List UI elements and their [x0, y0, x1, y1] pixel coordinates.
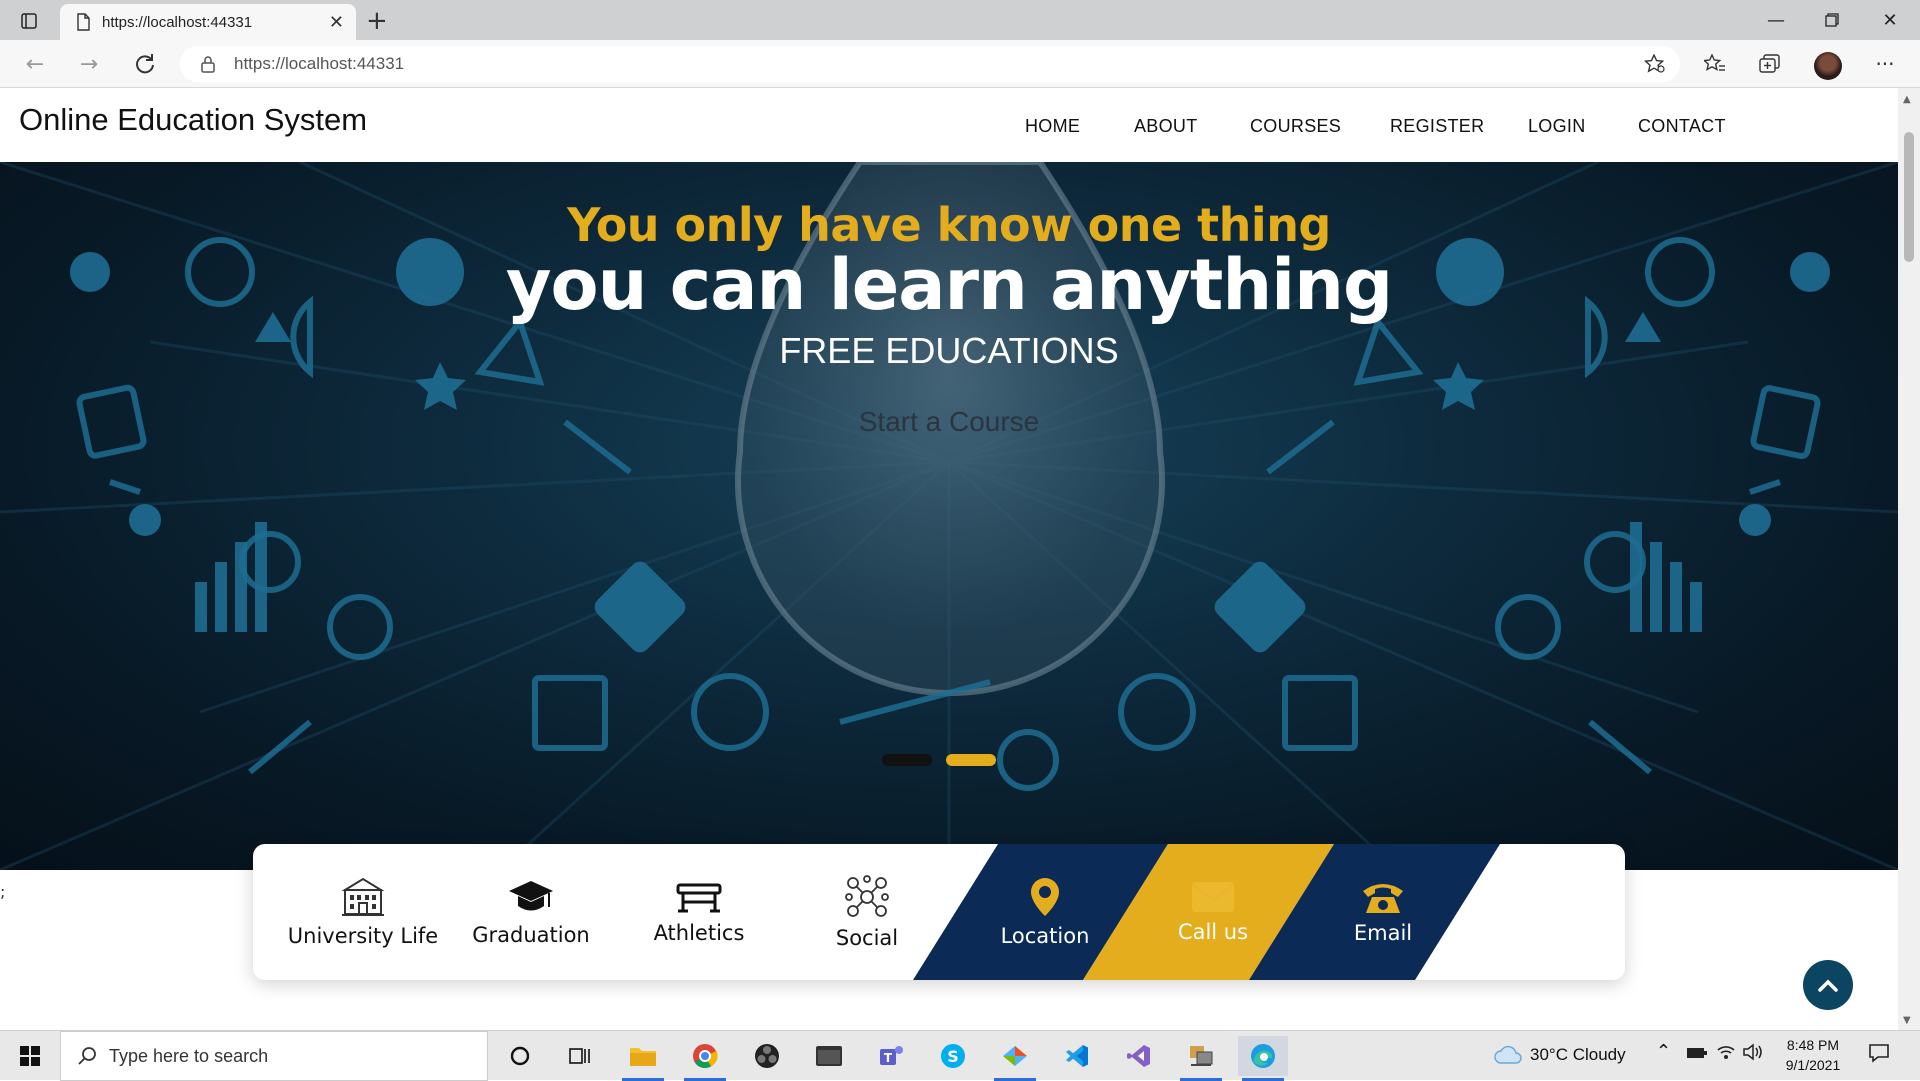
favorites-icon[interactable]: [1700, 50, 1730, 78]
restore-icon[interactable]: [1804, 0, 1860, 40]
cloud-icon: [1494, 1045, 1522, 1064]
terminal-app-icon[interactable]: [804, 1036, 854, 1076]
site-header: Online Education System HOME ABOUT COURS…: [0, 88, 1898, 162]
new-tab-icon[interactable]: +: [366, 6, 388, 36]
site-brand[interactable]: Online Education System: [19, 102, 367, 138]
clock-time: 8:48 PM: [1786, 1037, 1840, 1053]
scroll-thumb[interactable]: [1904, 132, 1914, 262]
nav-register[interactable]: REGISTER: [1390, 116, 1484, 137]
weather-text: 30°C Cloudy: [1530, 1045, 1626, 1064]
svg-text:T: T: [884, 1051, 893, 1065]
refresh-icon[interactable]: [130, 50, 160, 78]
browser-tab[interactable]: https://localhost:44331 ✕: [60, 4, 356, 40]
svg-text:S: S: [947, 1047, 959, 1066]
nav-home[interactable]: HOME: [1025, 116, 1080, 137]
hero-subheadline: FREE EDUCATIONS: [779, 330, 1119, 371]
feature-label: Graduation: [472, 923, 590, 947]
nav-courses[interactable]: COURSES: [1250, 116, 1341, 137]
feature-label: Call us: [1177, 920, 1249, 944]
notifications-icon[interactable]: [1868, 1043, 1890, 1068]
gymnastics-bench-icon: [676, 883, 722, 913]
clock-date: 9/1/2021: [1785, 1057, 1841, 1073]
feature-graduation[interactable]: Graduation: [447, 844, 615, 980]
lock-icon: [201, 56, 215, 73]
paint-app-icon[interactable]: [990, 1036, 1040, 1081]
page-scrollbar[interactable]: ▲ ▼: [1898, 88, 1920, 1030]
minimize-icon[interactable]: —: [1748, 0, 1804, 40]
wifi-icon[interactable]: [1716, 1043, 1736, 1066]
feature-location[interactable]: Location: [961, 844, 1129, 980]
search-placeholder: Type here to search: [109, 1045, 269, 1066]
start-course-link[interactable]: Start a Course: [0, 406, 1898, 438]
envelope-icon: [1191, 882, 1235, 912]
feature-label: Location: [1000, 924, 1090, 948]
taskbar-clock[interactable]: 8:48 PM 9/1/2021: [1768, 1035, 1858, 1075]
hero-carousel: You only have know one thing you can lea…: [0, 162, 1898, 870]
nav-login[interactable]: LOGIN: [1528, 116, 1586, 137]
remote-desktop-icon[interactable]: [1176, 1036, 1226, 1081]
windows-taskbar: Type here to search T S 30°C Cloudy ⌃ 8:…: [0, 1030, 1920, 1081]
search-icon: [78, 1047, 96, 1065]
back-to-top-button[interactable]: [1803, 960, 1853, 1010]
feature-university-life[interactable]: University Life: [279, 844, 447, 980]
favorite-star-icon[interactable]: [1644, 54, 1666, 74]
feature-label: Athletics: [653, 921, 745, 945]
feature-label: Social: [835, 926, 899, 950]
feature-social[interactable]: Social: [783, 844, 951, 980]
battery-icon[interactable]: [1686, 1045, 1708, 1065]
features-bar: University Life Graduation Athletics Soc…: [253, 844, 1625, 980]
url-text: https://localhost:44331: [234, 54, 405, 73]
vscode-icon[interactable]: [1052, 1036, 1102, 1076]
address-toolbar: ← → https://localhost:44331 ···: [0, 40, 1920, 88]
feature-label: Email: [1353, 921, 1413, 945]
show-hidden-icons[interactable]: ⌃: [1656, 1041, 1671, 1062]
url-field[interactable]: https://localhost:44331: [180, 46, 1680, 82]
windows-start-icon[interactable]: [5, 1036, 55, 1076]
forward-icon[interactable]: →: [74, 50, 104, 78]
graduation-cap-icon: [509, 881, 553, 911]
file-explorer-icon[interactable]: [618, 1036, 668, 1081]
profile-avatar[interactable]: [1814, 52, 1842, 80]
carousel-indicator-2[interactable]: [946, 754, 996, 766]
obs-icon[interactable]: [742, 1036, 792, 1076]
visual-studio-icon[interactable]: [1114, 1036, 1164, 1076]
map-pin-icon: [1031, 878, 1059, 916]
feature-label: University Life: [287, 924, 439, 948]
carousel-indicator-1[interactable]: [882, 754, 932, 766]
feature-athletics[interactable]: Athletics: [615, 844, 783, 980]
social-network-icon: [845, 875, 889, 917]
stray-text: ;: [0, 882, 6, 901]
tab-actions-icon[interactable]: [14, 8, 44, 34]
telephone-icon: [1363, 884, 1403, 913]
task-view-icon[interactable]: [555, 1036, 605, 1076]
tab-title: https://localhost:44331: [102, 13, 253, 31]
chevron-up-icon: [1818, 979, 1838, 992]
collections-icon[interactable]: [1755, 50, 1785, 78]
feature-email[interactable]: Email: [1299, 844, 1467, 980]
taskbar-search-box[interactable]: Type here to search: [60, 1031, 488, 1081]
close-tab-icon[interactable]: ✕: [329, 12, 344, 33]
university-building-icon: [341, 877, 385, 916]
page-icon: [77, 13, 90, 31]
scroll-down-arrow-icon[interactable]: ▼: [1903, 1015, 1911, 1026]
volume-icon[interactable]: [1742, 1043, 1764, 1066]
page-viewport: Online Education System HOME ABOUT COURS…: [0, 88, 1898, 1030]
browser-tab-strip: https://localhost:44331 ✕ + — ✕: [0, 0, 1920, 40]
teams-icon[interactable]: T: [866, 1036, 916, 1076]
feature-call-us[interactable]: Call us: [1129, 844, 1297, 980]
close-window-icon[interactable]: ✕: [1862, 0, 1918, 40]
hero-headline: you can learn anything: [505, 244, 1393, 326]
edge-icon[interactable]: [1238, 1036, 1288, 1081]
weather-widget[interactable]: 30°C Cloudy: [1494, 1045, 1626, 1065]
scroll-up-arrow-icon[interactable]: ▲: [1903, 94, 1911, 105]
skype-icon[interactable]: S: [928, 1036, 978, 1076]
more-menu-icon[interactable]: ···: [1870, 50, 1900, 78]
back-icon[interactable]: ←: [20, 50, 50, 78]
chrome-icon[interactable]: [680, 1036, 730, 1081]
nav-about[interactable]: ABOUT: [1134, 116, 1198, 137]
cortana-icon[interactable]: [495, 1036, 545, 1076]
nav-contact[interactable]: CONTACT: [1638, 116, 1726, 137]
